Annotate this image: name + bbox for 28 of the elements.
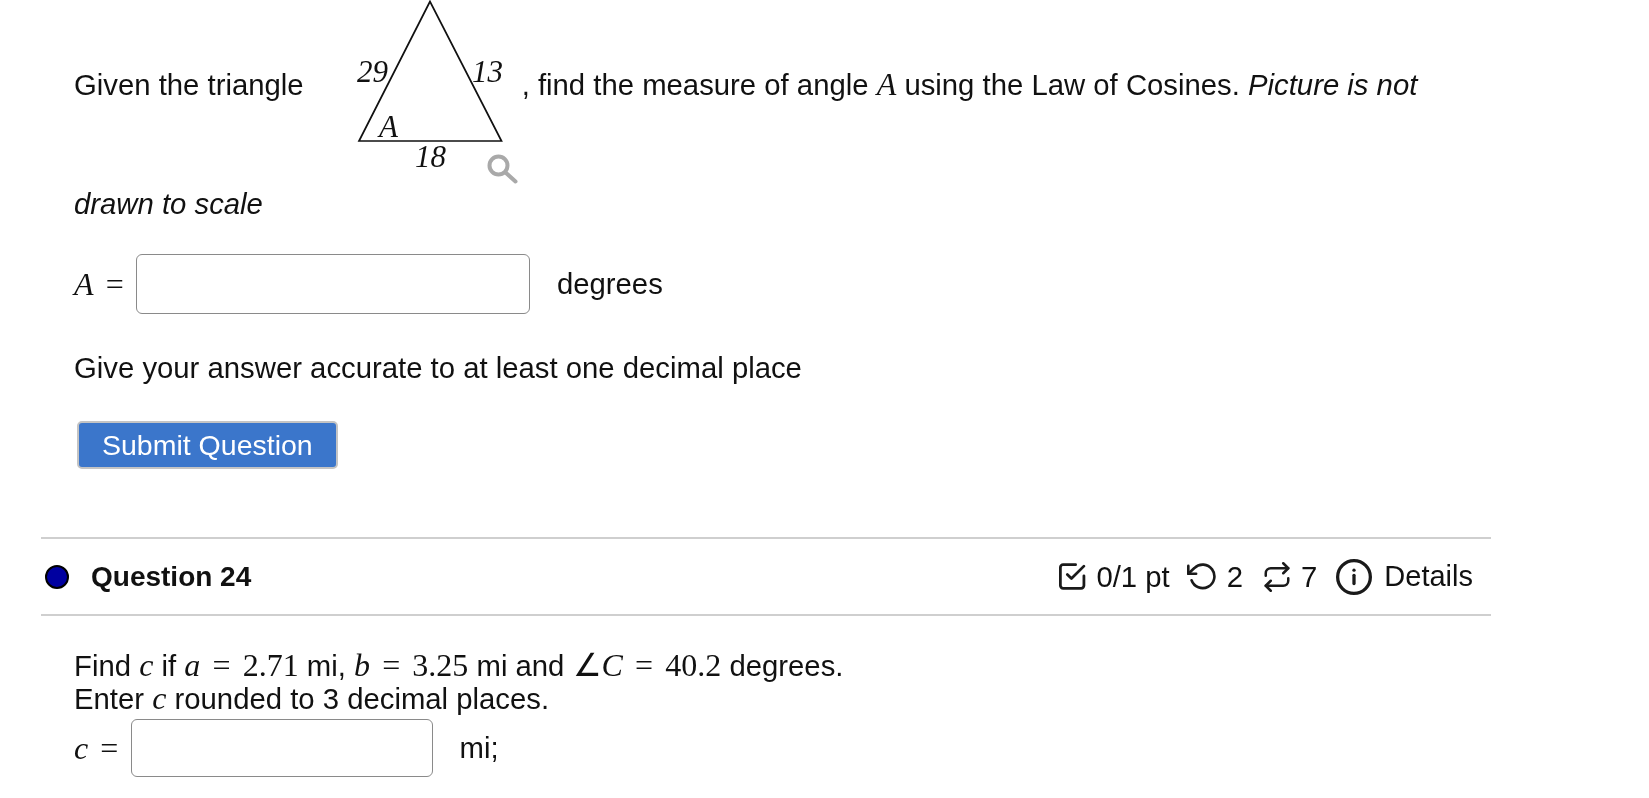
side-label: 18 xyxy=(414,139,446,174)
attempts-count: 7 xyxy=(1301,559,1318,594)
repeat-icon xyxy=(1263,561,1292,592)
angle-label: A xyxy=(378,109,398,144)
prompt-text: drawn to scale xyxy=(74,186,263,221)
magnifier-icon[interactable] xyxy=(486,154,518,184)
info-icon xyxy=(1336,558,1373,595)
answer-field[interactable] xyxy=(135,254,530,314)
variable-label: A = xyxy=(74,265,125,303)
question-title: Question 24 xyxy=(91,560,252,593)
status-dot-icon xyxy=(45,564,69,589)
side-label: 13 xyxy=(471,54,503,89)
score-text: 0/1 pt xyxy=(1096,559,1170,594)
retry-icon xyxy=(1186,561,1217,592)
submit-button[interactable]: Submit Question xyxy=(77,421,338,469)
variable-label: c = xyxy=(74,729,120,767)
checkbox-tick-icon xyxy=(1059,563,1087,590)
prompt-text: Given the triangle xyxy=(74,67,304,102)
prompt-text: , find the measure of angle A using the Law of Cosines. Picture is not xyxy=(521,67,1418,102)
details-button[interactable]: Details xyxy=(1336,558,1473,595)
unit-label: mi; xyxy=(459,731,499,765)
question-text: Enter c rounded to 3 decimal places. xyxy=(74,682,550,715)
unit-label: degrees xyxy=(556,267,663,301)
side-label: 29 xyxy=(356,54,388,89)
answer-field[interactable] xyxy=(130,719,433,777)
hint-text: Give your answer accurate to at least one decimal place xyxy=(74,350,802,385)
question-text: Find c if a = 2.71 mi, b = 3.25 mi and ∠C = 40.2 degrees. xyxy=(74,649,844,682)
retries-count: 2 xyxy=(1226,559,1244,594)
